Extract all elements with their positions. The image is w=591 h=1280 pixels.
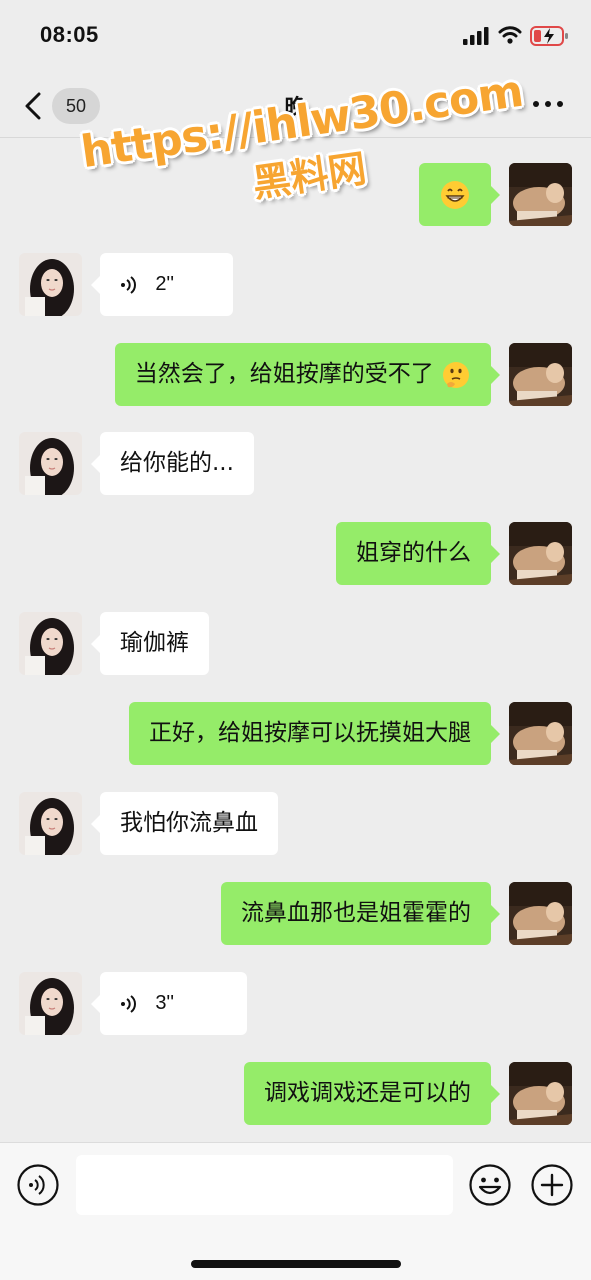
message-text: 给你能的...: [120, 450, 234, 476]
message-row: 2'': [0, 253, 591, 319]
incoming-message-bubble[interactable]: 给你能的...: [91, 432, 254, 495]
outgoing-message-bubble[interactable]: 流鼻血那也是姐霍霍的: [221, 882, 500, 945]
message-text: 我怕你流鼻血: [120, 810, 258, 836]
message-row: 3'': [0, 972, 591, 1038]
my-avatar[interactable]: [509, 882, 572, 945]
message-text: 正好，给姐按摩可以抚摸姐大腿: [149, 720, 471, 746]
message-text: 流鼻血那也是姐霍霍的: [241, 900, 471, 926]
outgoing-message-bubble[interactable]: [419, 163, 500, 226]
message-row: 流鼻血那也是姐霍霍的: [0, 882, 591, 948]
nav-bar: 50 晚: [0, 72, 591, 138]
contact-avatar[interactable]: [19, 972, 82, 1035]
voice-wave-icon: [121, 275, 136, 294]
thinking-emoji-icon: [443, 361, 469, 388]
more-options-icon[interactable]: [530, 92, 566, 116]
voice-wave-icon: [121, 994, 136, 1013]
my-avatar[interactable]: [509, 522, 572, 585]
voice-duration: 3'': [155, 992, 175, 1014]
home-indicator: [191, 1260, 401, 1268]
cellular-signal-icon: [463, 27, 489, 45]
my-avatar[interactable]: [509, 343, 572, 406]
status-bar: 08:05: [0, 0, 591, 72]
chat-title: 晚: [284, 96, 307, 121]
status-time: 08:05: [40, 22, 99, 47]
incoming-message-bubble[interactable]: 瑜伽裤: [91, 612, 209, 675]
contact-avatar[interactable]: [19, 792, 82, 855]
message-text: 姐穿的什么: [356, 540, 471, 566]
voice-message-bubble[interactable]: 2'': [91, 253, 233, 316]
contact-avatar[interactable]: [19, 253, 82, 316]
message-row: 当然会了，给姐按摩的受不了: [0, 343, 591, 409]
plus-icon[interactable]: [530, 1163, 574, 1207]
outgoing-message-bubble[interactable]: 姐穿的什么: [336, 522, 500, 585]
my-avatar[interactable]: [509, 702, 572, 765]
message-row: 给你能的...: [0, 432, 591, 498]
message-text: 当然会了，给姐按摩的受不了: [134, 361, 434, 387]
outgoing-message-bubble[interactable]: 正好，给姐按摩可以抚摸姐大腿: [129, 702, 500, 765]
message-text: 瑜伽裤: [120, 630, 189, 656]
grinning-emoji-icon: [441, 180, 469, 209]
message-row: 瑜伽裤: [0, 612, 591, 678]
contact-avatar[interactable]: [19, 612, 82, 675]
my-avatar[interactable]: [509, 1062, 572, 1125]
voice-message-bubble[interactable]: 3'': [91, 972, 247, 1035]
message-input[interactable]: [76, 1155, 453, 1215]
wifi-icon: [498, 26, 522, 44]
contact-avatar[interactable]: [19, 432, 82, 495]
message-row: 我怕你流鼻血: [0, 792, 591, 858]
message-row: 姐穿的什么: [0, 522, 591, 588]
message-row: [0, 163, 591, 229]
voice-duration: 2'': [155, 273, 175, 295]
emoji-picker-icon[interactable]: [468, 1163, 512, 1207]
message-text: 调戏调戏还是可以的: [264, 1080, 471, 1106]
message-row: 调戏调戏还是可以的: [0, 1062, 591, 1128]
outgoing-message-bubble[interactable]: 调戏调戏还是可以的: [244, 1062, 500, 1125]
voice-input-toggle-icon[interactable]: [16, 1163, 60, 1207]
outgoing-message-bubble[interactable]: 当然会了，给姐按摩的受不了: [114, 343, 501, 406]
my-avatar[interactable]: [509, 163, 572, 226]
message-row: 正好，给姐按摩可以抚摸姐大腿: [0, 702, 591, 768]
incoming-message-bubble[interactable]: 我怕你流鼻血: [91, 792, 278, 855]
battery-charging-icon: [530, 26, 568, 46]
